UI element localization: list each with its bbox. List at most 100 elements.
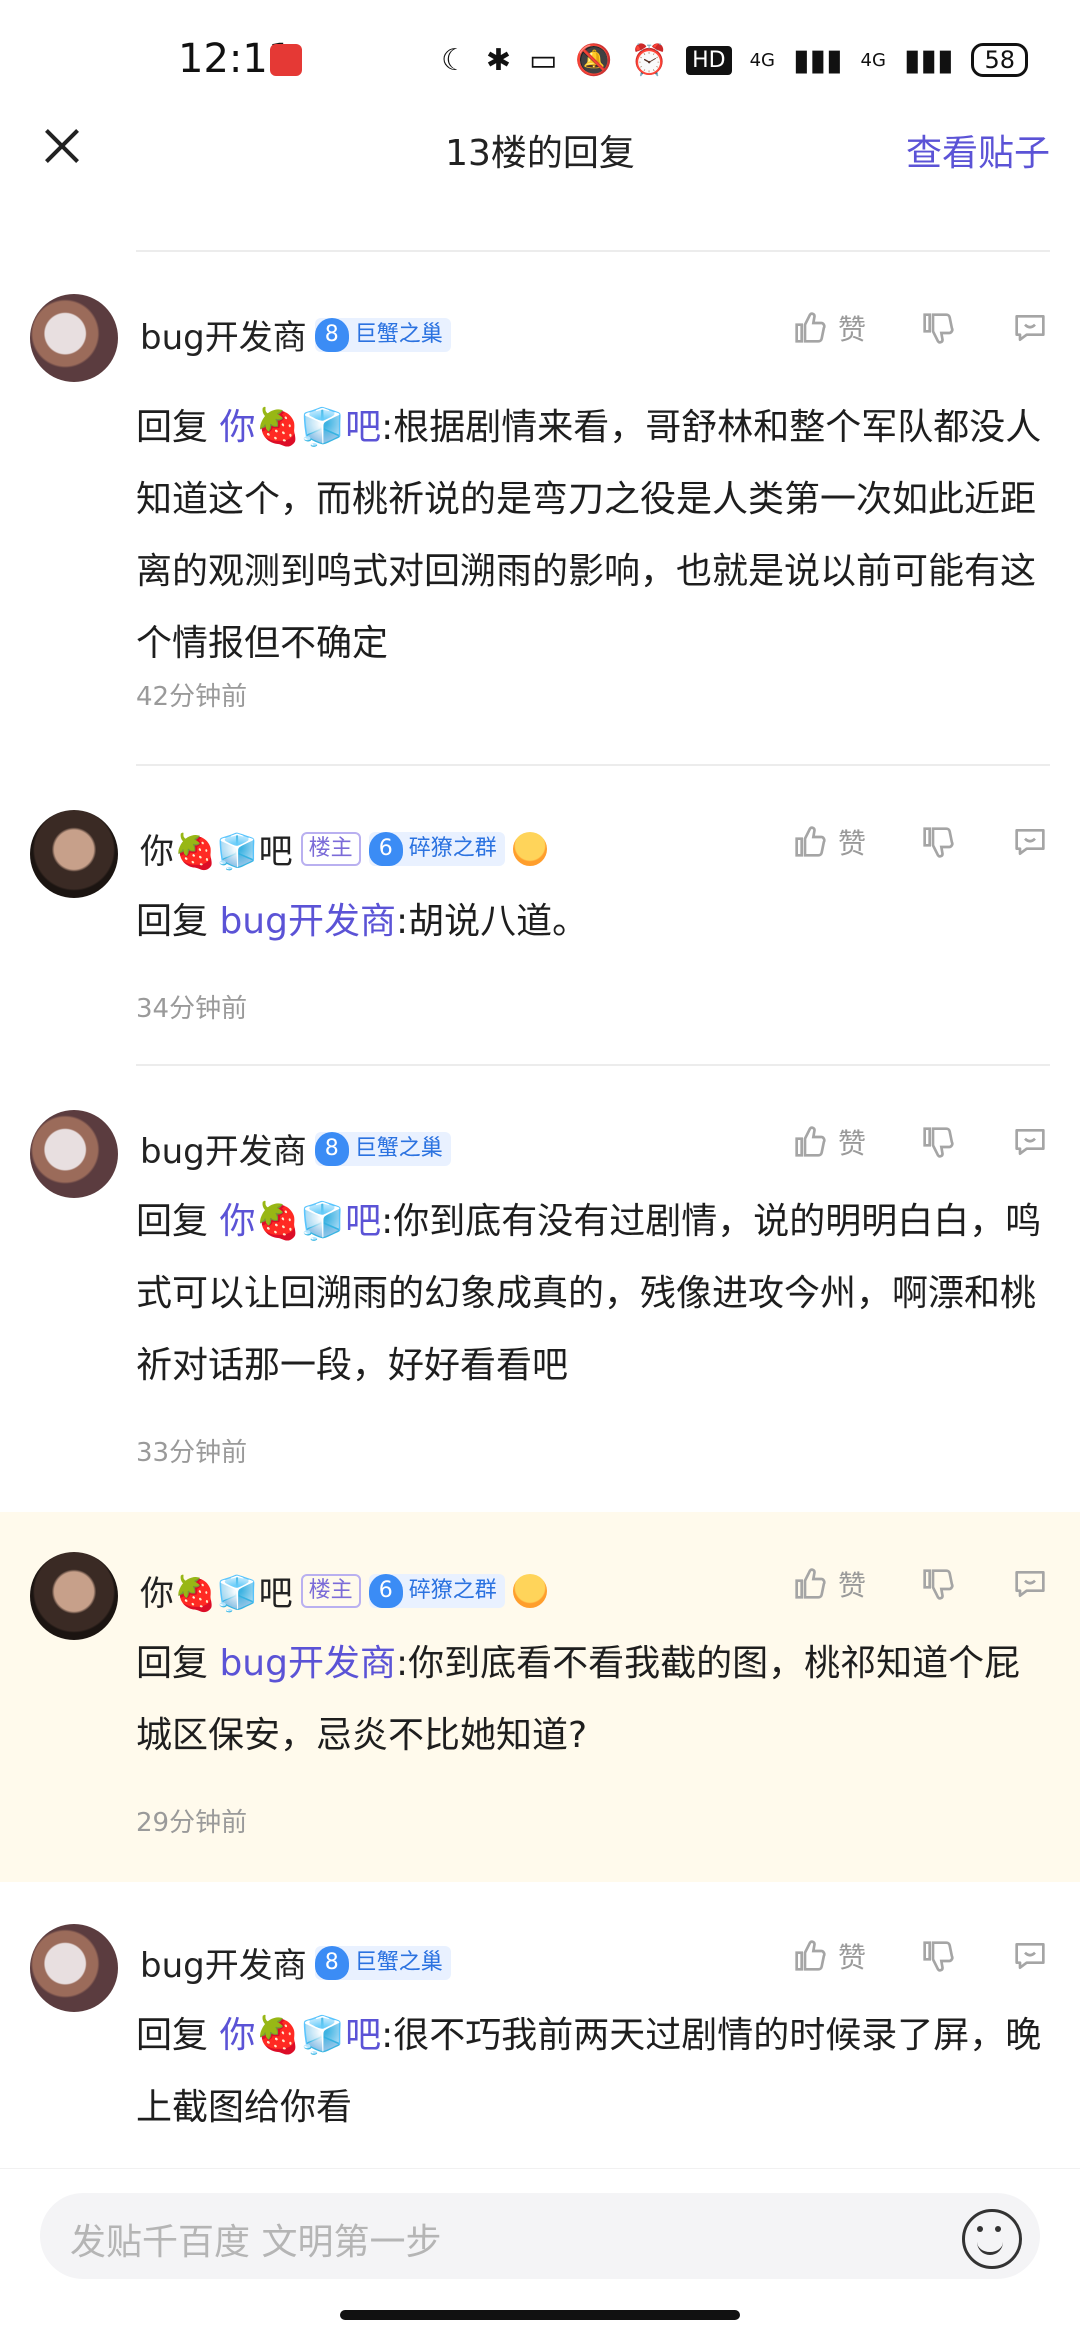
like-label: 赞 [837,313,866,346]
comment-actions: 赞 [790,1122,1050,1162]
thumbs-down-icon [923,827,954,858]
group-name: 巨蟹之巢 [354,1135,443,1161]
user-info: bug开发商 8 巨蟹之巢 [140,310,451,359]
level-number: 8 [314,1945,349,1980]
reply-button[interactable] [1010,822,1050,862]
thumbs-down-icon [923,1569,954,1600]
thumbs-up-icon [795,826,826,857]
comment-item: 你🍓🧊吧 楼主 6 碎獠之群 赞 回复 bug开发商:胡说八道。 34分钟前 [0,766,1080,1066]
like-label: 赞 [837,827,866,860]
reply-prefix: 回复 [136,407,220,448]
reply-target-link[interactable]: 你🍓🧊吧 [219,2015,381,2056]
alarm-icon: ⏰ [630,42,669,78]
battery-icon: 58 [971,43,1028,77]
username[interactable]: 你🍓🧊吧 [140,824,293,873]
avatar[interactable] [30,1552,118,1640]
reply-content-text: 回复 bug开发商:胡说八道。 [136,886,1050,958]
reply-content-text: 回复 你🍓🧊吧:很不巧我前两天过剧情的时候录了屏，晚上截图给你看 [136,2000,1050,2144]
bluetooth-icon: ✱ [485,42,512,78]
level-badge: 8 巨蟹之巢 [314,1945,451,1980]
reply-prefix: 回复 [136,2015,220,2056]
emoji-badge-icon [512,831,547,866]
group-name: 巨蟹之巢 [354,321,443,347]
dislike-button[interactable] [918,1936,958,1976]
thumbs-up-icon [795,1940,826,1971]
input-placeholder: 发贴千百度 文明第一步 [70,2222,442,2263]
username[interactable]: bug开发商 [140,1124,307,1173]
avatar[interactable] [30,1924,118,2012]
user-info: bug开发商 8 巨蟹之巢 [140,1938,451,1987]
username[interactable]: bug开发商 [140,1938,307,1987]
comment-input[interactable]: 发贴千百度 文明第一步 [40,2193,1040,2279]
like-label: 赞 [837,1127,866,1160]
comment-actions: 赞 [790,1564,1050,1604]
dislike-button[interactable] [918,822,958,862]
reply-button[interactable] [1010,1564,1050,1604]
comment-item: bug开发商 8 巨蟹之巢 赞 回复 你🍓🧊吧:你到底有没有过剧情，说的明明白白… [0,1066,1080,1512]
user-info: bug开发商 8 巨蟹之巢 [140,1124,451,1173]
moon-icon: ☾ [440,42,468,78]
dislike-button[interactable] [918,1564,958,1604]
home-indicator[interactable] [340,2310,740,2320]
reply-prefix: 回复 [136,1201,220,1242]
timestamp: 29分钟前 [136,1808,248,1838]
emoji-icon[interactable] [962,2209,1022,2269]
comment-icon [1015,1571,1045,1597]
reply-prefix: 回复 [136,1643,220,1684]
status-bar: 12:11 ☾ ✱ ▭ 🔕 ⏰ HD 4G ▮▮▮ 4G ▮▮▮ 58 [0,0,1080,120]
reply-target-link[interactable]: bug开发商 [219,1643,396,1684]
mute-icon: 🔕 [575,42,613,78]
timestamp: 42分钟前 [136,682,248,712]
reply-target-link[interactable]: bug开发商 [219,901,396,942]
hd-icon: HD [686,45,732,75]
comment-icon [1015,1943,1045,1969]
reply-target-link[interactable]: 你🍓🧊吧 [219,1201,381,1242]
signal-icon: ▮▮▮ [792,42,843,78]
reply-target-link[interactable]: 你🍓🧊吧 [219,407,381,448]
user-info: 你🍓🧊吧 楼主 6 碎獠之群 [140,824,547,873]
level-badge: 8 巨蟹之巢 [314,317,451,352]
username[interactable]: 你🍓🧊吧 [140,1566,293,1615]
like-button[interactable]: 赞 [790,308,866,348]
reply-button[interactable] [1010,1936,1050,1976]
group-name: 碎獠之群 [408,1577,497,1603]
like-button[interactable]: 赞 [790,1122,866,1162]
level-badge: 6 碎獠之群 [368,831,505,866]
thumbs-down-icon [923,313,954,344]
user-info: 你🍓🧊吧 楼主 6 碎獠之群 [140,1566,547,1615]
reply-content-text: 回复 bug开发商:你到底看不看我截的图，桃祁知道个屁城区保安，忌炎不比她知道? [136,1628,1050,1772]
dislike-button[interactable] [918,1122,958,1162]
signal-icon: ▮▮▮ [903,42,954,78]
like-button[interactable]: 赞 [790,822,866,862]
avatar[interactable] [30,1110,118,1198]
comment-item: bug开发商 8 巨蟹之巢 赞 回复 你🍓🧊吧:根据剧情来看，哥舒林和整个军队都… [0,252,1080,766]
reply-button[interactable] [1010,1122,1050,1162]
notification-icon [270,44,302,76]
vibrate-icon: ▭ [529,42,558,78]
comment-item: bug开发商 8 巨蟹之巢 赞 回复 你🍓🧊吧:很不巧我前两天过剧情的时候录了屏… [0,1882,1080,2168]
username[interactable]: bug开发商 [140,310,307,359]
signal-4g-1: 4G [749,49,775,71]
level-number: 6 [368,831,403,866]
like-button[interactable]: 赞 [790,1564,866,1604]
like-label: 赞 [837,1569,866,1602]
level-badge: 8 巨蟹之巢 [314,1131,451,1166]
comment-icon [1015,1129,1045,1155]
reply-button[interactable] [1010,308,1050,348]
comment-actions: 赞 [790,822,1050,862]
avatar[interactable] [30,810,118,898]
reply-content-text: 回复 你🍓🧊吧:根据剧情来看，哥舒林和整个军队都没人知道这个，而桃祈说的是弯刀之… [136,392,1050,680]
reply-content-text: 回复 你🍓🧊吧:你到底有没有过剧情，说的明明白白，鸣式可以让回溯雨的幻象成真的，… [136,1186,1050,1402]
emoji-badge-icon [512,1573,547,1608]
like-button[interactable]: 赞 [790,1936,866,1976]
view-post-link[interactable]: 查看贴子 [906,124,1050,176]
reply-body-text: :胡说八道。 [395,901,589,942]
level-badge: 6 碎獠之群 [368,1573,505,1608]
dislike-button[interactable] [918,308,958,348]
avatar[interactable] [30,294,118,382]
like-label: 赞 [837,1941,866,1974]
comment-actions: 赞 [790,1936,1050,1976]
thumbs-up-icon [795,312,826,343]
thumbs-down-icon [923,1127,954,1158]
signal-4g-2: 4G [860,49,886,71]
